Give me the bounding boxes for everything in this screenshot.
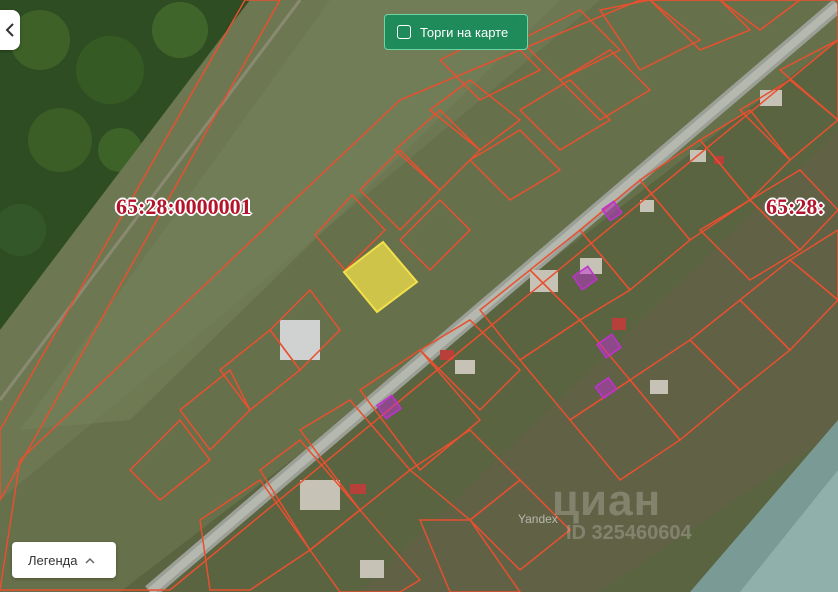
- cadastral-label-right: 65:28:: [766, 194, 825, 219]
- listing-id-watermark: ID 325460604: [566, 522, 692, 544]
- auction-toggle-label: Торги на карте: [420, 24, 509, 40]
- yandex-watermark: Yandex: [518, 512, 558, 526]
- back-button[interactable]: [0, 10, 20, 50]
- satellite-map[interactable]: [0, 0, 838, 592]
- cadastral-label-main: 65:28:0000001: [116, 194, 252, 219]
- legend-label: Легенда: [28, 552, 78, 568]
- auction-checkbox[interactable]: [397, 25, 411, 39]
- chevron-left-icon: [5, 23, 14, 37]
- legend-button[interactable]: Легенда: [12, 542, 116, 578]
- auction-map-toggle[interactable]: Торги на карте: [384, 14, 528, 50]
- cian-watermark: циан: [552, 476, 662, 525]
- chevron-up-icon: [85, 557, 95, 564]
